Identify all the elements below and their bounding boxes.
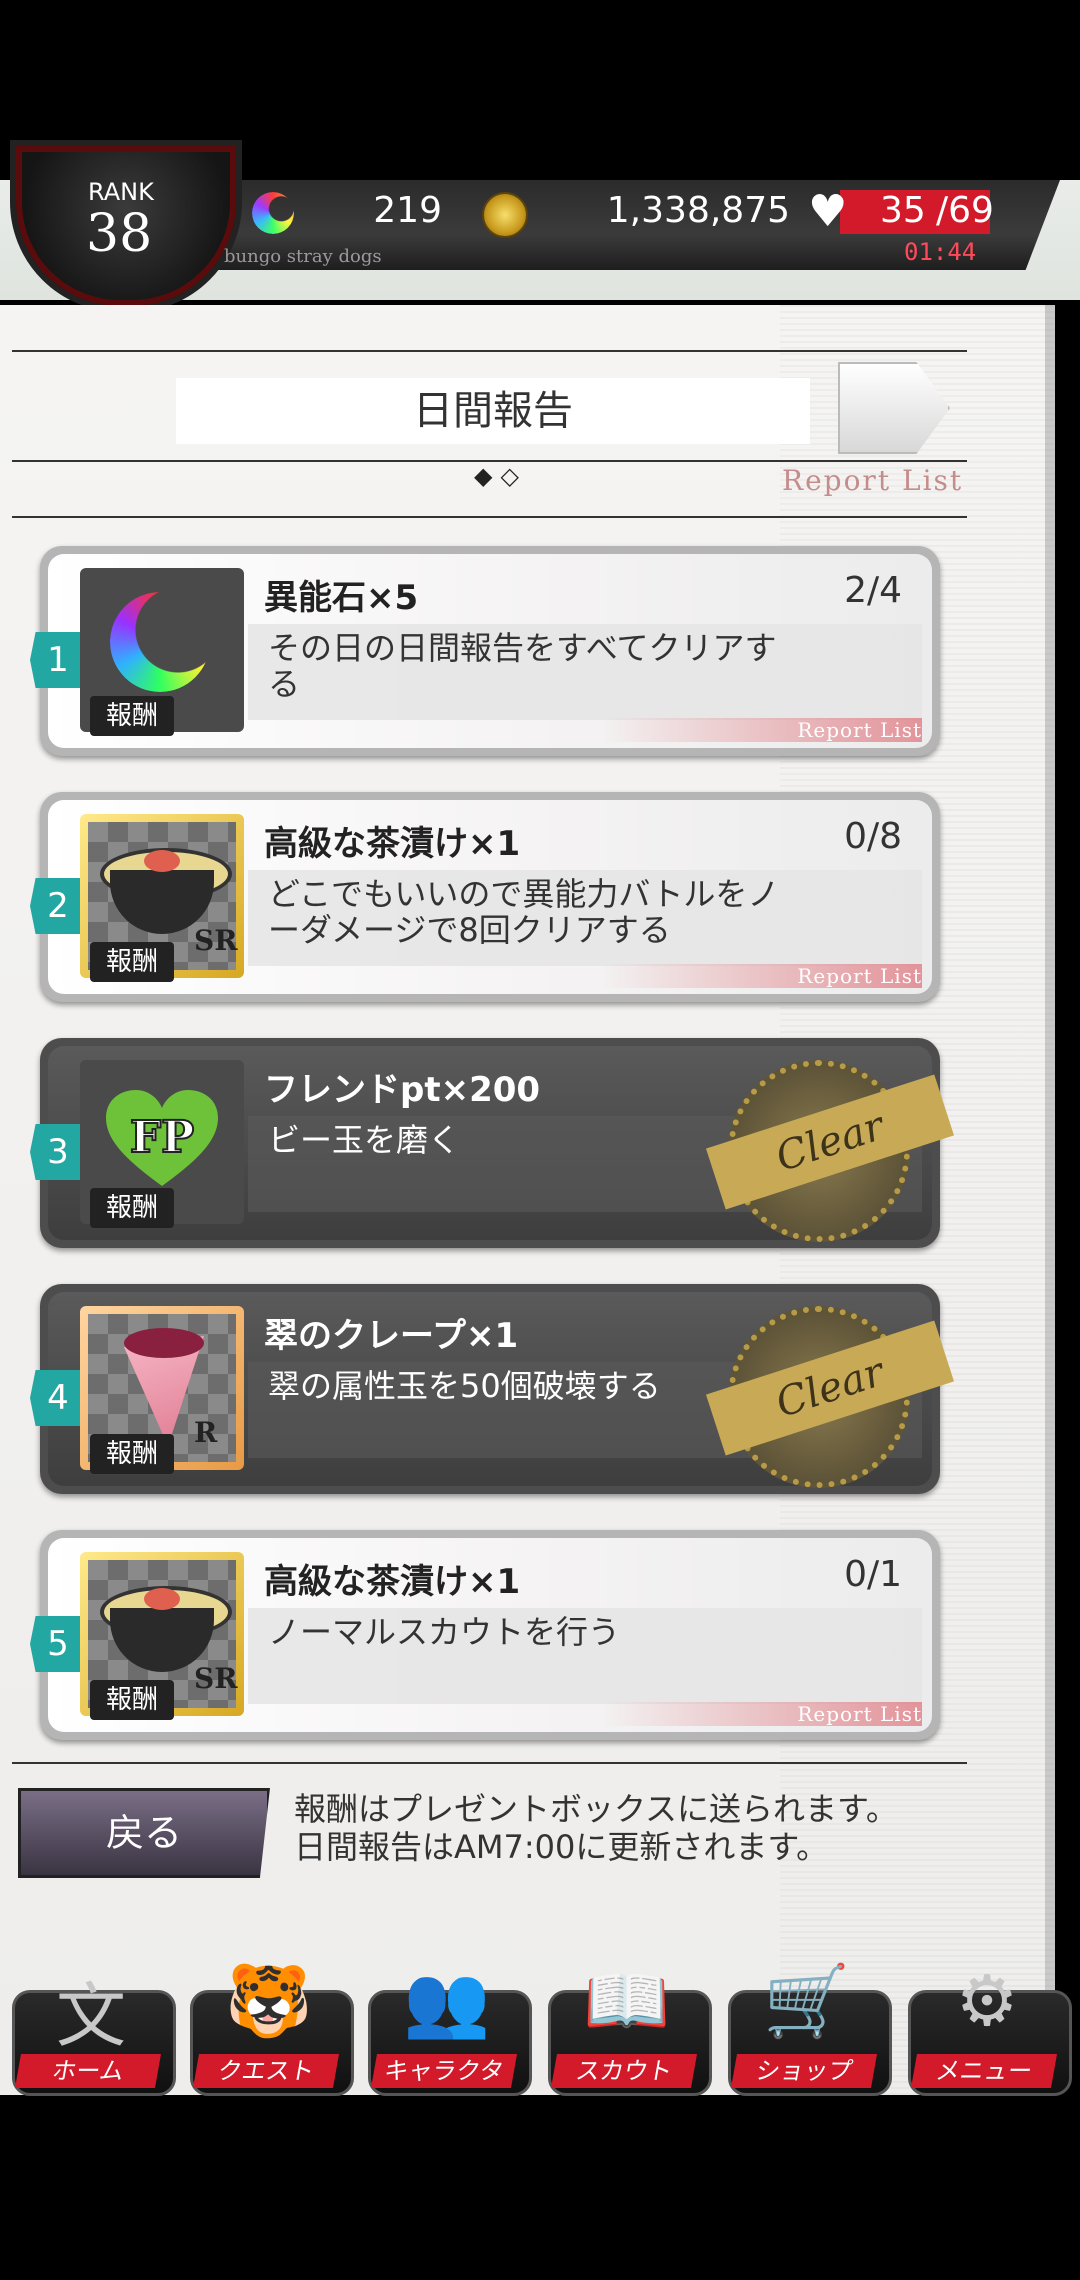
reward-tag: 報酬 [90, 942, 174, 982]
task-description: ノーマルスカウトを行う [268, 1613, 621, 1651]
report-card[interactable]: 2 報酬 SR 高級な茶漬け×1 0/8 どこでもいいので異能力バトルをノーダメ… [30, 792, 940, 1002]
card-report-list-link[interactable]: Report List [602, 1702, 922, 1726]
card-report-list-link[interactable]: Report List [602, 964, 922, 988]
rarity-label: SR [194, 924, 238, 957]
nav-label: ホーム [15, 2054, 161, 2088]
report-card[interactable]: 3 FP 報酬 フレンドpt×200 ビー玉を磨く Clear [30, 1038, 955, 1248]
nav-label: スカウト [551, 2054, 697, 2088]
next-page-button[interactable] [838, 362, 950, 454]
card-number: 2 [30, 878, 86, 934]
ability-stone-count: 219 [373, 190, 442, 231]
task-description: どこでもいいので異能力バトルをノーダメージで8回クリアする [268, 875, 780, 949]
reward-tag: 報酬 [90, 1434, 174, 1474]
characters-icon: 👥 [403, 1960, 491, 2042]
notice-line-2: 日間報告はAM7:00に更新されます。 [294, 1828, 829, 1866]
gear-icon: ⚙ [955, 1960, 1019, 2042]
progress-count: 2/4 [844, 570, 902, 611]
card-number: 1 [30, 632, 86, 688]
crepe-topping-icon [124, 1328, 204, 1358]
page-indicator: ◆◇ [474, 462, 527, 490]
reward-tag: 報酬 [90, 1680, 174, 1720]
reward-title: 翠のクレープ×1 [264, 1316, 519, 1356]
nav-menu-button[interactable]: ⚙ メニュー [908, 1960, 1072, 2096]
fp-heart-icon: FP [106, 1090, 218, 1190]
nav-scout-button[interactable]: 📖 スカウト [548, 1960, 712, 2096]
reward-tag: 報酬 [90, 1188, 174, 1228]
rainbow-moon-icon [110, 592, 210, 692]
brand-subtitle: bungo stray dogs [224, 246, 382, 267]
card-number: 3 [30, 1124, 86, 1180]
book-icon: 📖 [583, 1960, 671, 2042]
cart-icon: 🛒 [763, 1960, 851, 2042]
nav-label: ショップ [731, 2054, 877, 2088]
reward-title: 異能石×5 [264, 578, 419, 618]
report-list-link[interactable]: Report List [782, 464, 963, 497]
report-card[interactable]: 1 報酬 異能石×5 2/4 その日の日間報告をすべてクリアする Report … [30, 546, 940, 756]
divider [12, 516, 967, 518]
nav-label: メニュー [911, 2054, 1057, 2088]
stamina-current: 35 [880, 190, 926, 231]
nav-shop-button[interactable]: 🛒 ショップ [728, 1960, 892, 2096]
reward-title: 高級な茶漬け×1 [264, 824, 521, 864]
nav-quest-button[interactable]: 🐯 クエスト [190, 1960, 354, 2096]
rarity-label: R [194, 1416, 218, 1449]
rarity-label: SR [194, 1662, 238, 1695]
stamina-timer: 01:44 [904, 238, 977, 266]
task-description: その日の日間報告をすべてクリアする [268, 629, 777, 703]
rank-value: 38 [86, 204, 153, 264]
progress-count: 0/1 [844, 1554, 902, 1595]
progress-count: 0/8 [844, 816, 902, 857]
reward-title: フレンドpt×200 [264, 1070, 541, 1110]
coin-count: 1,338,875 [606, 190, 790, 231]
divider [12, 1762, 967, 1764]
nav-character-button[interactable]: 👥 キャラクター [368, 1960, 532, 2119]
stamina-max: /69 [936, 190, 994, 231]
notice-line-1: 報酬はプレゼントボックスに送られます。 [294, 1790, 898, 1828]
rank-label: RANK [88, 178, 154, 206]
card-report-list-link[interactable]: Report List [602, 718, 922, 742]
notice-text: 報酬はプレゼントボックスに送られます。 日間報告はAM7:00に更新されます。 [294, 1790, 898, 1866]
nav-home-button[interactable]: 文 ホーム [12, 1960, 176, 2096]
bottom-navigation: 文 ホーム 🐯 クエスト 👥 キャラクター 📖 スカウト 🛒 ショップ ⚙ メニ… [0, 1940, 1080, 2119]
system-navigation-area [0, 2100, 1080, 2280]
stamina-heart-icon: ♥ [808, 186, 848, 237]
reward-title: 高級な茶漬け×1 [264, 1562, 521, 1602]
arrow-right-icon [838, 362, 950, 454]
home-icon: 文 [56, 1975, 126, 2057]
clear-stamp: Clear [705, 1296, 955, 1488]
nav-label: キャラクター [371, 2054, 517, 2119]
tiger-icon: 🐯 [225, 1960, 313, 2042]
back-button[interactable]: 戻る [18, 1788, 270, 1878]
nav-label: クエスト [193, 2054, 339, 2088]
report-card[interactable]: 4 報酬 R 翠のクレープ×1 翠の属性玉を50個破壊する Clear [30, 1284, 955, 1494]
clear-stamp: Clear [705, 1050, 955, 1242]
ability-stone-icon [252, 192, 294, 234]
report-card[interactable]: 5 報酬 SR 高級な茶漬け×1 0/1 ノーマルスカウトを行う Report … [30, 1530, 940, 1740]
divider [12, 350, 967, 352]
page-title: 日間報告 [413, 388, 573, 434]
card-number: 5 [30, 1616, 86, 1672]
reward-tag: 報酬 [90, 696, 174, 736]
card-number: 4 [30, 1370, 86, 1426]
coin-icon [482, 192, 528, 238]
